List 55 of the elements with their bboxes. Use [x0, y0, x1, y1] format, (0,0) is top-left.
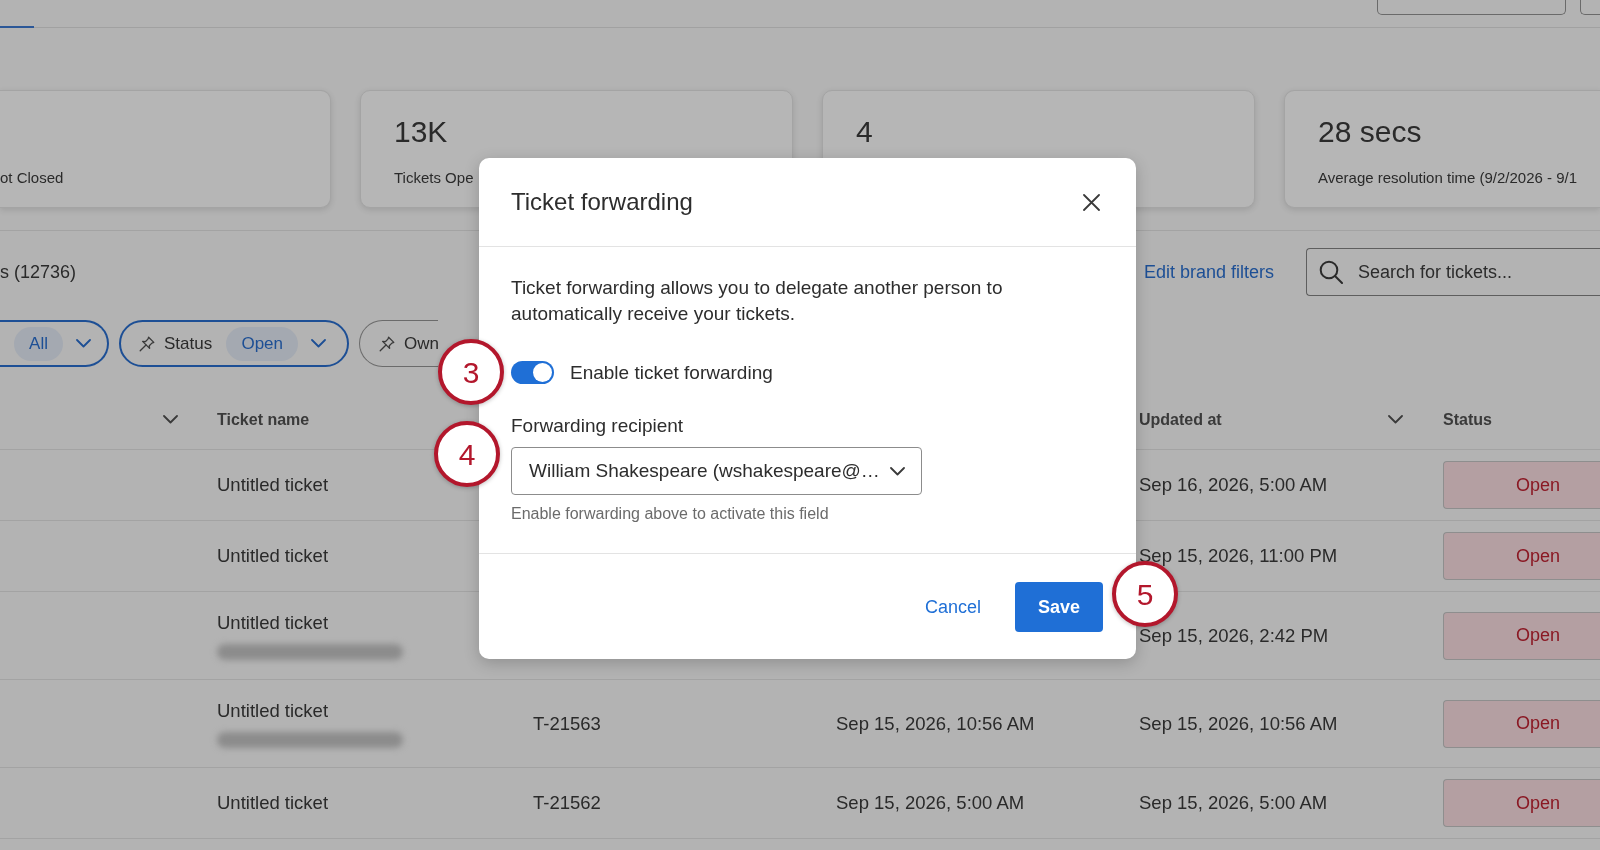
ticket-id: T-21563: [533, 714, 601, 733]
status-button[interactable]: Open: [1443, 779, 1600, 827]
dialog-title: Ticket forwarding: [511, 187, 693, 217]
filter-value: Open: [226, 326, 299, 361]
ticket-count-title: s (12736): [0, 260, 77, 284]
chevron-down-icon: [311, 339, 327, 348]
chevron-down-icon: [76, 339, 91, 348]
recipient-dropdown[interactable]: William Shakespeare (wshakespeare@…: [511, 447, 922, 495]
ticket-name: Untitled ticket: [217, 474, 329, 496]
save-button[interactable]: Save: [1015, 582, 1103, 632]
field-hint: Enable forwarding above to activate this field: [511, 505, 829, 523]
close-icon[interactable]: [1083, 193, 1100, 211]
step-number-badge: 4: [434, 421, 500, 487]
chevron-down-icon[interactable]: [163, 415, 178, 424]
field-label: Forwarding recipient: [511, 415, 684, 437]
stat-value: 4: [856, 114, 873, 150]
ticket-name: Untitled ticket: [217, 545, 329, 567]
ticket-name: Untitled ticket: [217, 611, 329, 634]
search-input[interactable]: Search for tickets...: [1358, 258, 1588, 286]
toggle-label: Enable ticket forwarding: [570, 361, 773, 384]
ticket-name: Untitled ticket: [217, 699, 329, 722]
toggle-switch[interactable]: [511, 361, 554, 384]
stat-label: ot Closed: [0, 168, 64, 188]
step-number-badge: 3: [438, 339, 504, 405]
filter-chip[interactable]: Status Open: [119, 320, 349, 367]
stat-value: 28 secs: [1318, 114, 1422, 150]
date-text: Sep 16, 2026, 5:00 AM: [1139, 476, 1328, 494]
date-text: Sep 15, 2026, 10:56 AM: [1139, 714, 1338, 733]
stat-label: Tickets Ope: [394, 168, 474, 188]
cancel-link[interactable]: Cancel: [912, 582, 993, 632]
dialog-description: Ticket forwarding allows you to delegate another person to automatically receive your tickets.: [511, 276, 1004, 326]
search-field[interactable]: Search for tickets...: [1306, 248, 1600, 296]
ticket-name: Untitled ticket: [217, 792, 329, 814]
stat-value: 13K: [394, 114, 448, 150]
status-button[interactable]: Open: [1443, 699, 1600, 748]
chevron-down-icon[interactable]: [1388, 415, 1403, 424]
column-header: Status: [1443, 409, 1492, 430]
column-header: Updated at: [1139, 409, 1222, 430]
filter-chip[interactable]: All: [0, 320, 109, 367]
date-text: Sep 15, 2026, 2:42 PM: [1139, 626, 1329, 645]
top-button[interactable]: [1377, 0, 1566, 15]
date-text: Sep 15, 2026, 5:00 AM: [836, 794, 1025, 812]
date-text: Sep 15, 2026, 5:00 AM: [1139, 794, 1328, 812]
ticket-id: T-21562: [533, 794, 601, 812]
status-button[interactable]: Open: [1443, 461, 1600, 509]
filter-value: All: [14, 326, 63, 361]
column-header: Ticket name: [217, 409, 310, 430]
date-text: Sep 15, 2026, 10:56 AM: [836, 714, 1035, 733]
stat-label: Average resolution time (9/2/2026 - 9/1: [1318, 168, 1578, 188]
search-icon: [1319, 260, 1343, 284]
status-button[interactable]: Open: [1443, 611, 1600, 660]
edit-brand-filters-link[interactable]: Edit brand filters: [1143, 258, 1274, 286]
top-button[interactable]: [1580, 0, 1600, 15]
status-button[interactable]: Open: [1443, 532, 1600, 580]
chevron-down-icon: [890, 466, 905, 476]
